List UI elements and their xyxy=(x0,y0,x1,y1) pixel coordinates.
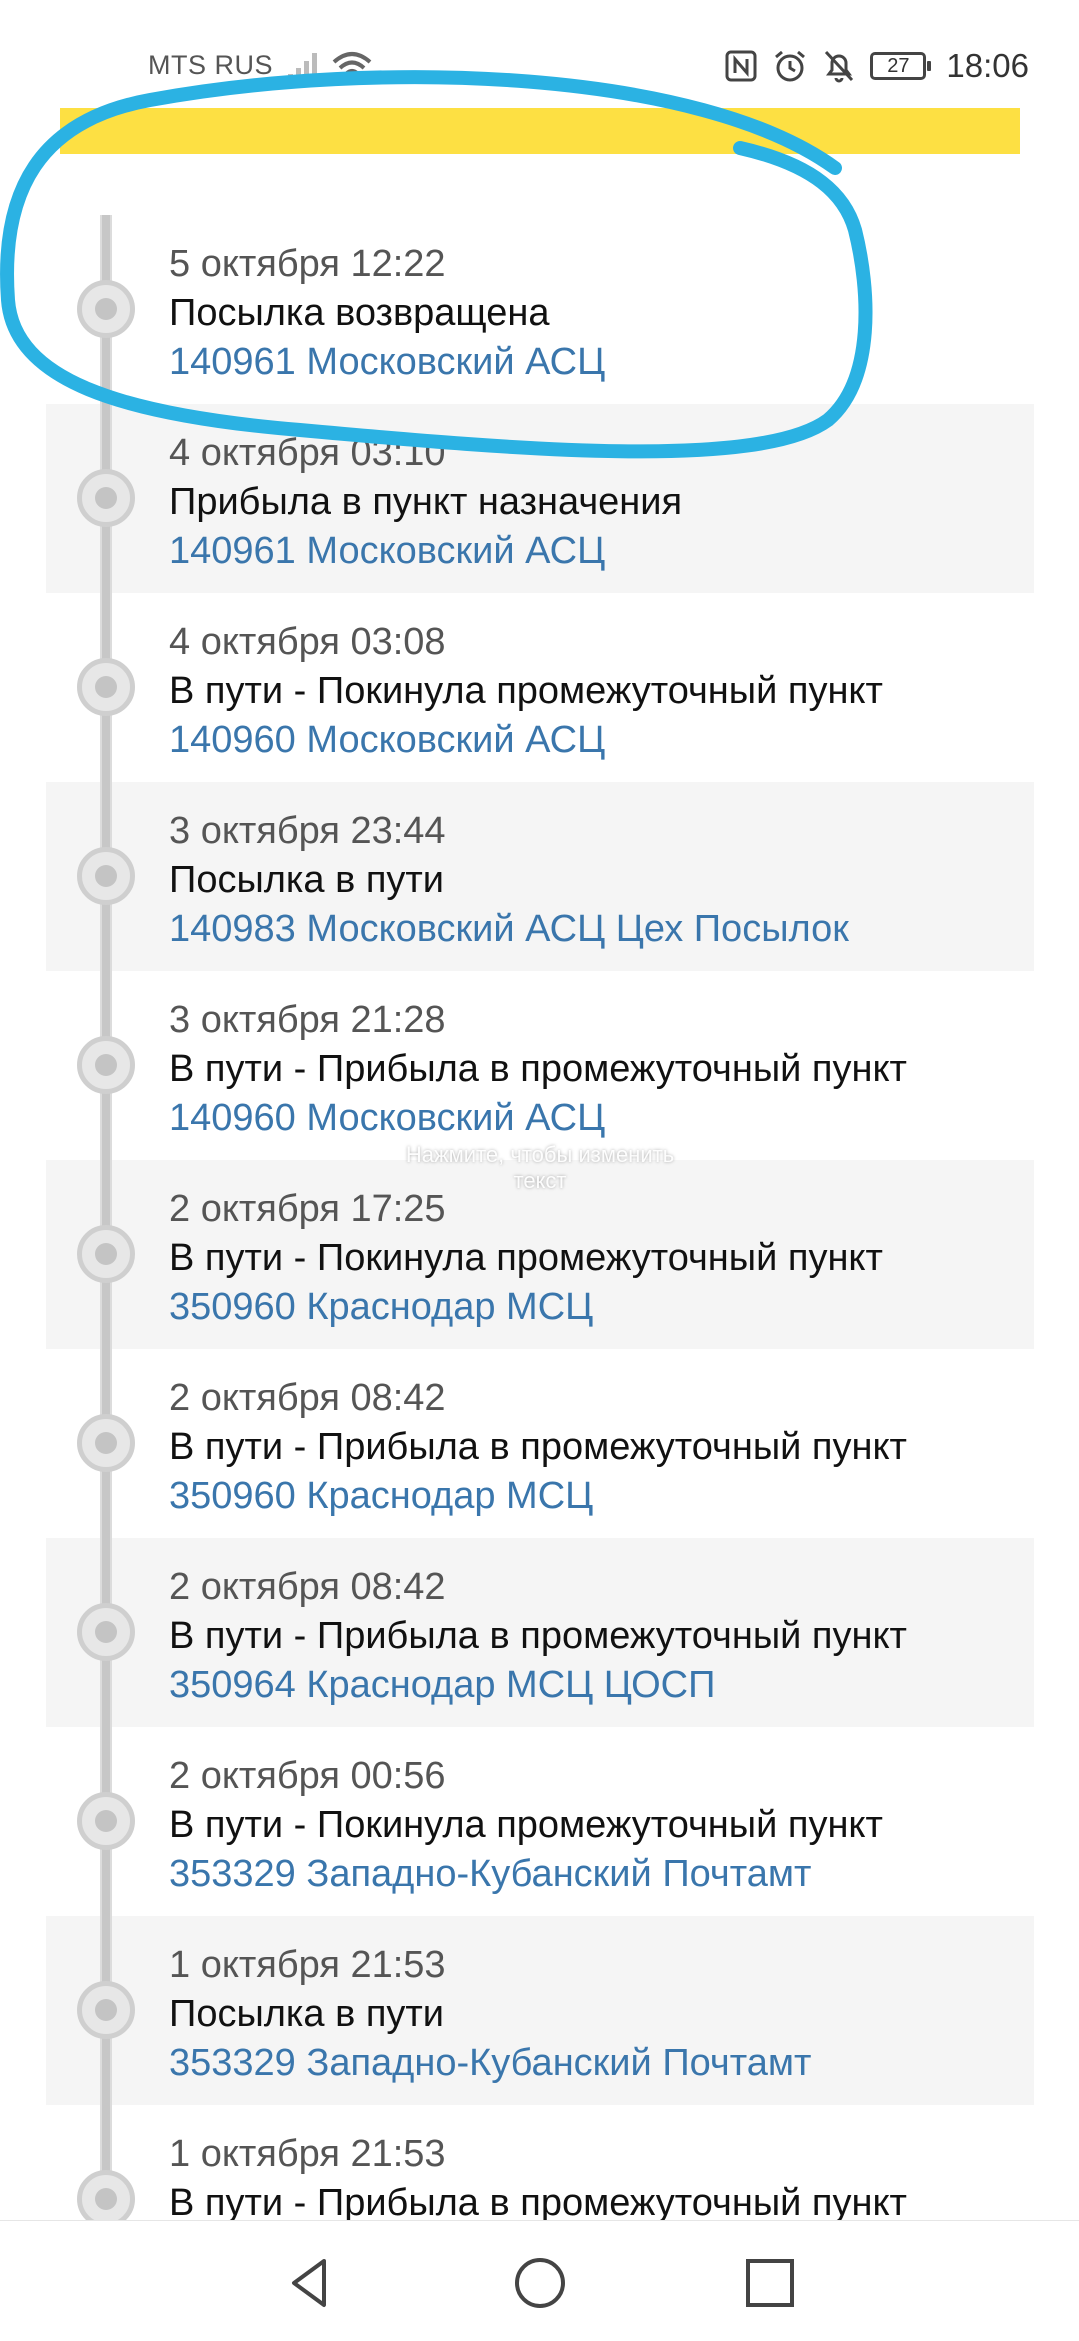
event-status: В пути - Покинула промежуточный пункт xyxy=(169,1804,883,1846)
event-date: 1 октября 21:53 xyxy=(169,1944,446,1986)
tracking-event: 3 октября 23:44 Посылка в пути 140983 Мо… xyxy=(46,782,1034,971)
event-location[interactable]: 353329 Западно-Кубанский Почтамт xyxy=(169,2039,1034,2088)
tracking-event: 2 октября 08:42 В пути - Прибыла в проме… xyxy=(46,1349,1034,1538)
event-status: Посылка возвращена xyxy=(169,292,550,334)
tracking-event: 2 октября 00:56 В пути - Покинула промеж… xyxy=(46,1727,1034,1916)
event-date: 3 октября 23:44 xyxy=(169,810,446,852)
edit-text-hint[interactable]: Нажмите, чтобы изменить текст xyxy=(380,1142,700,1194)
nfc-icon xyxy=(725,50,757,82)
battery-level: 27 xyxy=(887,55,910,77)
wifi-icon xyxy=(332,52,372,82)
event-date: 4 октября 03:08 xyxy=(169,621,446,663)
alarm-icon xyxy=(775,50,806,82)
home-icon[interactable] xyxy=(508,2251,572,2315)
event-status: Посылка в пути xyxy=(169,1993,445,2035)
event-location[interactable]: 140960 Московский АСЦ xyxy=(169,716,1034,765)
recent-apps-icon[interactable] xyxy=(738,2251,802,2315)
event-location[interactable]: 140983 Московский АСЦ Цех Посылок xyxy=(169,905,1034,954)
event-status: В пути - Прибыла в промежуточный пункт xyxy=(169,2182,907,2220)
battery-icon: 27 xyxy=(870,52,932,80)
tracking-event: 1 октября 21:53 В пути - Прибыла в проме… xyxy=(46,2105,1034,2220)
navigation-bar xyxy=(0,2220,1079,2341)
carrier-name: MTS RUS xyxy=(148,50,273,80)
event-location[interactable]: 353329 Западно-Кубанский Почтамт xyxy=(169,1850,1034,1899)
timeline-dot-icon xyxy=(77,469,135,527)
event-location[interactable]: 140961 Московский АСЦ xyxy=(169,527,1034,576)
header-accent-bar xyxy=(60,108,1020,154)
event-location[interactable]: 350960 Краснодар МСЦ xyxy=(169,1283,1034,1332)
event-status: В пути - Прибыла в промежуточный пункт xyxy=(169,1048,907,1090)
timeline-dot-icon xyxy=(77,658,135,716)
timeline-dot-icon xyxy=(77,847,135,905)
event-date: 3 октября 21:28 xyxy=(169,999,446,1041)
event-date: 4 октября 03:10 xyxy=(169,432,446,474)
event-date: 2 октября 08:42 xyxy=(169,1566,446,1608)
timeline-dot-icon xyxy=(77,1225,135,1283)
tracking-event: 5 октября 12:22 Посылка возвращена 14096… xyxy=(46,215,1034,404)
timeline-dot-icon xyxy=(77,2170,135,2220)
timeline-dot-icon xyxy=(77,1603,135,1661)
tracking-event: 4 октября 03:10 Прибыла в пункт назначен… xyxy=(46,404,1034,593)
event-location[interactable]: 350960 Краснодар МСЦ xyxy=(169,1472,1034,1521)
event-date: 1 октября 21:53 xyxy=(169,2133,446,2175)
event-status: В пути - Покинула промежуточный пункт xyxy=(169,1237,883,1279)
signal-icon xyxy=(288,53,317,82)
tracking-event: 2 октября 08:42 В пути - Прибыла в проме… xyxy=(46,1538,1034,1727)
tracking-event: 1 октября 21:53 Посылка в пути 353329 За… xyxy=(46,1916,1034,2105)
event-date: 5 октября 12:22 xyxy=(169,243,446,285)
notifications-off-icon xyxy=(825,50,854,83)
tracking-event: 4 октября 03:08 В пути - Покинула промеж… xyxy=(46,593,1034,782)
back-icon[interactable] xyxy=(278,2251,342,2315)
clock: 18:06 xyxy=(946,47,1029,84)
event-date: 2 октября 00:56 xyxy=(169,1755,446,1797)
event-status: В пути - Прибыла в промежуточный пункт xyxy=(169,1615,907,1657)
timeline-dot-icon xyxy=(77,1036,135,1094)
event-location[interactable]: 350964 Краснодар МСЦ ЦОСП xyxy=(169,1661,1034,1710)
event-status: В пути - Покинула промежуточный пункт xyxy=(169,670,883,712)
event-status: Посылка в пути xyxy=(169,859,445,901)
event-location[interactable]: 140961 Московский АСЦ xyxy=(169,338,1034,387)
tracking-timeline[interactable]: 5 октября 12:22 Посылка возвращена 14096… xyxy=(46,215,1034,2220)
event-status: В пути - Прибыла в промежуточный пункт xyxy=(169,1426,907,1468)
tracking-event: 3 октября 21:28 В пути - Прибыла в проме… xyxy=(46,971,1034,1160)
event-location[interactable]: 140960 Московский АСЦ xyxy=(169,1094,1034,1143)
timeline-dot-icon xyxy=(77,280,135,338)
event-status: Прибыла в пункт назначения xyxy=(169,481,683,523)
event-date: 2 октября 08:42 xyxy=(169,1377,446,1419)
timeline-dot-icon xyxy=(77,1414,135,1472)
timeline-dot-icon xyxy=(77,1792,135,1850)
timeline-dot-icon xyxy=(77,1981,135,2039)
